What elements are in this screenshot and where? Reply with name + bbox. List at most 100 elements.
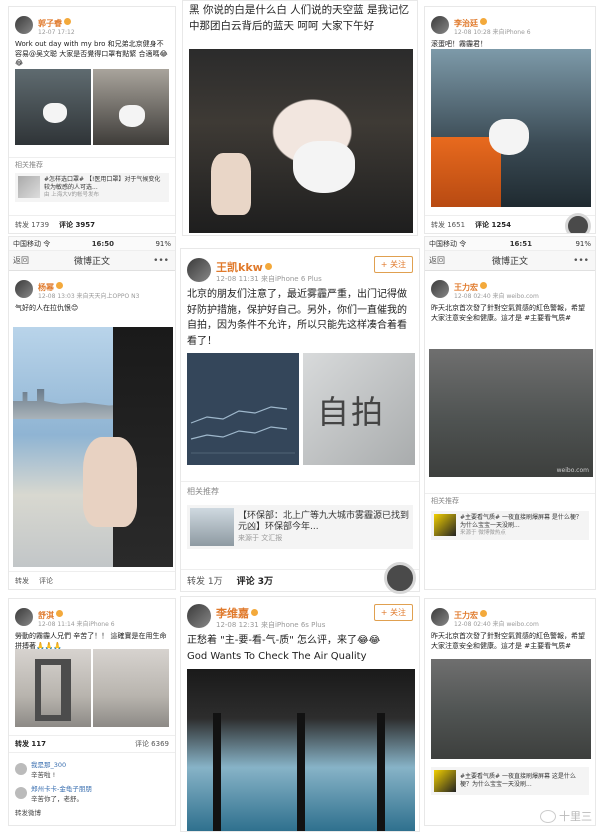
window-frame [297, 713, 305, 831]
avatar[interactable] [431, 15, 449, 34]
related-thumbnail [434, 514, 456, 537]
post-card-bottom-right[interactable]: 王力宏 12-08 02:40 来自 weibo.com 昨天北京首次發了針對空… [424, 598, 596, 826]
back-button[interactable]: 返回 [13, 255, 29, 266]
verified-icon [264, 263, 272, 270]
nav-title: 微博正文 [73, 257, 110, 267]
verified-icon [56, 282, 63, 289]
username[interactable]: 王力宏 [454, 611, 478, 620]
highway-image[interactable] [93, 649, 169, 727]
nav-bar: 返回 微博正文 ••• [425, 251, 595, 271]
repost-footer[interactable]: 转发微博 [9, 805, 175, 819]
post-time: 12-07 17:12 [38, 29, 75, 37]
related-card[interactable]: #主要看气质# 一夜直接刷爆屏幕 是什么梗？为什么宝宝一天没刷... 来源于 微… [431, 511, 589, 540]
related-thumbnail [18, 176, 40, 199]
related-title: #怎样选口罩# 【!医用口罩】对于气候变化较为敏感的人可选... [44, 176, 161, 191]
related-thumbnail [190, 508, 234, 546]
post-card-top-middle[interactable]: 黑 你说的白是什么白 人们说的天空蓝 是我记忆中那团白云背后的蓝天 呵呵 大家下… [182, 0, 418, 236]
post-card-bottom-left[interactable]: 舒淇 12-08 11:14 来自iPhone 6 勞動的霧霾人兄們 辛苦了！！… [8, 598, 176, 826]
avatar[interactable] [15, 607, 33, 626]
comment-count[interactable]: 评论 3万 [237, 574, 273, 587]
related-card[interactable]: #怎样选口罩# 【!医用口罩】对于气候变化较为敏感的人可选... 由 上海大V的… [15, 173, 169, 202]
commenter-name[interactable]: 郑州卡卡-金龟子朋朋 [31, 783, 92, 793]
related-card[interactable]: 【环保部：北上广等九大城市雾霾源已找到元凶】环保部今年... 来源于 文汇报 [187, 505, 413, 549]
repost-button[interactable]: 转发 [15, 576, 29, 586]
post-time: 12-08 11:14 来自iPhone 6 [38, 621, 115, 629]
avatar[interactable] [187, 258, 211, 283]
related-header: 相关推荐 [425, 493, 595, 508]
commenter-avatar [15, 787, 27, 799]
username[interactable]: 王凯kkw [216, 261, 263, 274]
selfie-image-2[interactable] [93, 69, 169, 145]
post-text: 昨天北京首次發了針對空氣質感的紅色警報，希望大家注意安全和健康。這才是 #主要看… [431, 304, 585, 322]
repost-count[interactable]: 转发 1739 [15, 220, 49, 230]
related-card[interactable]: #主要看气质# 一夜直接刷爆屏幕 这是什么梗？为什么宝宝一天没刷... [431, 767, 589, 795]
post-card-mid-center[interactable]: 王凯kkw 12-08 11:31 来自iPhone 6 Plus + 关注 北… [180, 248, 420, 592]
smog-image[interactable]: weibo.com [429, 349, 593, 477]
post-card-mid-left[interactable]: 中国移动 令 16:50 91% 返回 微博正文 ••• 杨幂 12-08 13… [8, 236, 176, 590]
carrier-label: 中国移动 令 [13, 239, 51, 248]
avatar[interactable] [15, 279, 33, 298]
selfie-image[interactable] [189, 49, 413, 233]
username[interactable]: 舒淇 [38, 611, 54, 620]
username[interactable]: 王力宏 [454, 283, 478, 292]
city-peace-sign-image[interactable] [13, 327, 173, 567]
comment-count[interactable]: 评论 3957 [59, 220, 95, 230]
window-frame [213, 713, 221, 831]
repost-count[interactable]: 转发 1万 [187, 574, 223, 587]
wechat-account-label: 十里三 [559, 810, 592, 823]
avatar[interactable] [15, 15, 33, 34]
comment-text: 辛苦你了，老舒。 [31, 795, 83, 803]
comment-button[interactable]: 评论 [39, 576, 53, 586]
selfie-image-1[interactable] [15, 69, 91, 145]
handwriting-image[interactable]: 自拍 [303, 353, 415, 465]
post-text: 气好的人在拉仇恨😊 [15, 304, 79, 313]
home-button-icon[interactable] [384, 562, 416, 594]
repost-count[interactable]: 转发 1651 [431, 220, 465, 230]
commenter-name[interactable]: 我是那_300 [31, 759, 66, 769]
more-icon[interactable]: ••• [573, 256, 589, 266]
post-card-bottom-center[interactable]: 李维嘉 12-08 12:31 来自iPhone 6s Plus + 关注 正愁… [180, 596, 420, 832]
related-title: #主要看气质# 一夜直接刷爆屏幕 是什么梗？为什么宝宝一天没刷... [460, 514, 582, 529]
comment-item[interactable]: 我是那_300 辛苦啦 ! [9, 757, 175, 781]
action-bar: 转发 1739 评论 3957 [9, 215, 175, 233]
handwriting-text: 自拍 [317, 393, 386, 431]
comment-text: 辛苦啦 ! [31, 771, 56, 779]
username[interactable]: 郭子睿 [38, 19, 62, 28]
username[interactable]: 李维嘉 [216, 607, 249, 620]
username[interactable]: 李治廷 [454, 19, 478, 28]
selfie-image[interactable] [431, 49, 591, 207]
comment-item[interactable]: 郑州卡卡-金龟子朋朋 辛苦你了，老舒。 [9, 781, 175, 805]
repost-count[interactable]: 转发 117 [15, 739, 46, 749]
post-time: 12-08 10:28 来自iPhone 6 [454, 29, 531, 37]
window-view-image[interactable] [187, 669, 415, 831]
window-frame [377, 713, 385, 831]
post-card-mid-right[interactable]: 中国移动 令 16:51 91% 返回 微博正文 ••• 王力宏 12-08 0… [424, 236, 596, 590]
post-text-line1: 正愁着 "主-要-看-气-质" 怎么评，来了😂😂 [187, 635, 381, 647]
weather-chart [190, 406, 295, 454]
post-text: Work out day with my bro 和兄弟北京健身不容易@吴文聪 … [15, 40, 168, 68]
related-thumbnail [434, 770, 456, 792]
follow-button[interactable]: + 关注 [373, 604, 413, 621]
comment-count[interactable]: 评论 6369 [135, 739, 169, 749]
post-time: 12-08 12:31 来自iPhone 6s Plus [216, 621, 326, 630]
related-title: #主要看气质# 一夜直接刷爆屏幕 这是什么梗？为什么宝宝一天没刷... [460, 773, 576, 788]
comment-count[interactable]: 评论 1254 [475, 220, 511, 230]
weather-screenshot[interactable] [187, 353, 299, 465]
verified-icon [480, 282, 487, 289]
avatar[interactable] [431, 607, 449, 626]
post-card-top-left[interactable]: 郭子睿 12-07 17:12 Work out day with my bro… [8, 6, 176, 234]
more-icon[interactable]: ••• [153, 256, 169, 266]
post-time: 12-08 02:40 来自 weibo.com [454, 293, 539, 301]
back-button[interactable]: 返回 [429, 255, 445, 266]
related-title: 【环保部：北上广等九大城市雾霾源已找到元凶】环保部今年... [238, 510, 410, 533]
home-button-icon[interactable] [565, 213, 591, 233]
avatar[interactable] [187, 604, 211, 629]
cctv-tower-image[interactable] [15, 649, 91, 727]
watermark: weibo.com [556, 467, 589, 474]
post-card-top-right[interactable]: 李治廷 12-08 10:28 来自iPhone 6 滚蛋吧！霧霾君！ 转发 1… [424, 6, 596, 234]
username[interactable]: 杨幂 [38, 283, 54, 292]
follow-button[interactable]: + 关注 [373, 256, 413, 273]
smog-image[interactable] [431, 659, 591, 759]
avatar[interactable] [431, 279, 449, 298]
verified-icon [251, 609, 258, 616]
